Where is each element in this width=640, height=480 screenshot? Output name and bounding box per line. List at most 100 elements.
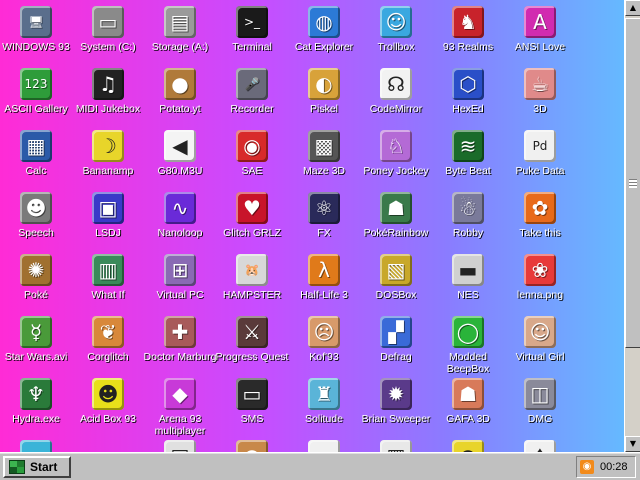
- desktop-icon[interactable]: ▧ DOSBox: [360, 254, 432, 316]
- desktop-icon-label: System (C:): [80, 41, 136, 53]
- calculator-icon: ▦: [20, 130, 52, 162]
- desktop-icon[interactable]: ◆ Arena 93 multiplayer: [144, 378, 216, 440]
- green-ring-icon: ◯: [452, 316, 484, 348]
- playlist-file-icon: ◀: [164, 130, 196, 162]
- desktop-icon-label: SMS: [240, 413, 264, 425]
- desktop-icon[interactable]: ☽ Bananamp: [72, 130, 144, 192]
- dosbox-icon: ▧: [380, 254, 412, 286]
- desktop-icon-label: Poney Jockey: [363, 165, 429, 177]
- desktop-icon[interactable]: ♫ MIDI Jukebox: [72, 68, 144, 130]
- desktop-icon[interactable]: ≋ Byte Beat: [432, 130, 504, 192]
- scroll-down-button[interactable]: ▼: [625, 436, 640, 452]
- mine-icon: ✹: [380, 378, 412, 410]
- desktop-icon[interactable]: ▬ NES: [432, 254, 504, 316]
- desktop-icon[interactable]: ◍ Cat Explorer: [288, 6, 360, 68]
- master-system-icon: ▭: [236, 378, 268, 410]
- desktop-icon[interactable]: ☺ Trollbox: [360, 6, 432, 68]
- desktop-icon[interactable]: Pd Puke Data: [504, 130, 576, 192]
- desktop-icon[interactable]: ◉ SAE: [216, 130, 288, 192]
- desktop-icon[interactable]: ● Potato.yt: [144, 68, 216, 130]
- desktop-icon[interactable]: ▤: [144, 440, 216, 452]
- desktop-icon[interactable]: ⚔ Progress Quest: [216, 316, 288, 378]
- desktop-icon[interactable]: ⊞ Virtual PC: [144, 254, 216, 316]
- desktop-icon[interactable]: ☗ GAFA 3D: [432, 378, 504, 440]
- desktop-icon[interactable]: λ Half-Life 3: [288, 254, 360, 316]
- start-button[interactable]: Start: [3, 456, 71, 478]
- desktop-icon-label: Progress Quest: [215, 351, 289, 363]
- doctor-icon: ✚: [164, 316, 196, 348]
- virtual-pc-icon: ⊞: [164, 254, 196, 286]
- desktop-icon[interactable]: ◐ Piskel: [288, 68, 360, 130]
- desktop-icon[interactable]: ☺ Virtual Girl: [504, 316, 576, 378]
- desktop-icon[interactable]: ♠: [504, 440, 576, 452]
- desktop-icon-label: 3D: [533, 103, 547, 115]
- desktop-icon[interactable]: A ANSI Love: [504, 6, 576, 68]
- desktop-icon[interactable]: ◫ DMG: [504, 378, 576, 440]
- desktop-icon[interactable]: 🖥 WINDOWS 93: [0, 6, 72, 68]
- lambda-icon: λ: [308, 254, 340, 286]
- scroll-thumb[interactable]: [625, 18, 640, 348]
- desktop-icon[interactable]: ♥ Glitch GRLZ: [216, 192, 288, 254]
- rss-icon[interactable]: ◉: [580, 460, 594, 474]
- taskbar: Start ◉ 00:28: [0, 452, 640, 480]
- desktop-icon-label: Robby: [452, 227, 484, 239]
- desktop-icon[interactable]: ☻ Acid Box 93: [72, 378, 144, 440]
- desktop-icon[interactable]: ▩ Maze 3D: [288, 130, 360, 192]
- red-lips-icon: ♥: [236, 192, 268, 224]
- desktop-icon-label: DMG: [527, 413, 553, 425]
- maze-icon: ▩: [308, 130, 340, 162]
- desktop-icon[interactable]: ♆ Hydra.exe: [0, 378, 72, 440]
- desktop-icon[interactable]: ◯ Modded BeepBox: [432, 316, 504, 378]
- desktop-icon-label: SAE: [241, 165, 263, 177]
- teapot-icon: ☕: [524, 68, 556, 100]
- potato-icon: ●: [164, 68, 196, 100]
- scroll-up-button[interactable]: ▲: [625, 0, 640, 16]
- drive-icon: ◫: [524, 378, 556, 410]
- desktop-icon[interactable]: ♘ Poney Jockey: [360, 130, 432, 192]
- desktop-icon[interactable]: ▦ Calc: [0, 130, 72, 192]
- desktop-icon[interactable]: ☻ Speech: [0, 192, 72, 254]
- desktop-icon[interactable]: 🎤 Recorder: [216, 68, 288, 130]
- desktop-icon[interactable]: ♞ 93 Realms: [432, 6, 504, 68]
- desktop-icon[interactable]: ♜ Solitude: [288, 378, 360, 440]
- desktop-icon[interactable]: 123 ASCII Gallery: [0, 68, 72, 130]
- desktop-icon[interactable]: >_ Terminal: [216, 6, 288, 68]
- desktop-icon[interactable]: ▥ What If: [72, 254, 144, 316]
- desktop-icon[interactable]: ▭: [288, 440, 360, 452]
- desktop-icon[interactable]: ●: [432, 440, 504, 452]
- desktop-icon[interactable]: ☿ Star Wars.avi: [0, 316, 72, 378]
- desktop-icon-label: Puke Data: [515, 165, 565, 177]
- desktop-icon[interactable]: ⚛ FX: [288, 192, 360, 254]
- desktop-icon[interactable]: ◀ G80.M3U: [144, 130, 216, 192]
- desktop-icon[interactable]: ✹ Brian Sweeper: [360, 378, 432, 440]
- desktop-icon-label: ASCII Gallery: [4, 103, 68, 115]
- desktop-icon[interactable]: ☊ CodeMirror: [360, 68, 432, 130]
- desktop-icon[interactable]: ⬡ HexEd: [432, 68, 504, 130]
- desktop-icon[interactable]: ✿ Take this: [504, 192, 576, 254]
- desktop-icon[interactable]: 🐹 HAMPSTER: [216, 254, 288, 316]
- desktop-icon[interactable]: ∿ Nanoloop: [144, 192, 216, 254]
- desktop-icon[interactable]: ▭ System (C:): [72, 6, 144, 68]
- desktop-icon[interactable]: ☹ Kof'93: [288, 316, 360, 378]
- desktop-icon[interactable]: ▤ Storage (A:): [144, 6, 216, 68]
- desktop-icon[interactable]: ✚ Doctor Marburg: [144, 316, 216, 378]
- smiley-icon: ☻: [92, 378, 124, 410]
- desktop-icon[interactable]: ▣ LSDJ: [72, 192, 144, 254]
- desktop-icon[interactable]: ❀ lenna.png: [504, 254, 576, 316]
- desktop-icon[interactable]: ☕ 3D: [504, 68, 576, 130]
- desktop-icon-label: Piskel: [309, 103, 338, 115]
- desktop-icon[interactable]: ☃ Robby: [432, 192, 504, 254]
- cookie-icon: ●: [236, 440, 268, 452]
- desktop-icon[interactable]: ✺ Poké: [0, 254, 72, 316]
- desktop-icon-label: LSDJ: [95, 227, 121, 239]
- desktop-icon[interactable]: ❦ Corglitch: [72, 316, 144, 378]
- desktop-icon[interactable]: ▭ SMS: [216, 378, 288, 440]
- desktop-scrollbar[interactable]: ▲ ▼: [624, 0, 640, 452]
- desktop-icon-label: Doctor Marburg: [143, 351, 217, 363]
- desktop-icon[interactable]: ☗ PokéRainbow: [360, 192, 432, 254]
- desktop-icon[interactable]: ☁: [0, 440, 72, 452]
- code-mirror-icon: ☊: [380, 68, 412, 100]
- desktop-icon[interactable]: ●: [216, 440, 288, 452]
- desktop-icon[interactable]: ▥: [360, 440, 432, 452]
- desktop-icon[interactable]: ▞ Defrag: [360, 316, 432, 378]
